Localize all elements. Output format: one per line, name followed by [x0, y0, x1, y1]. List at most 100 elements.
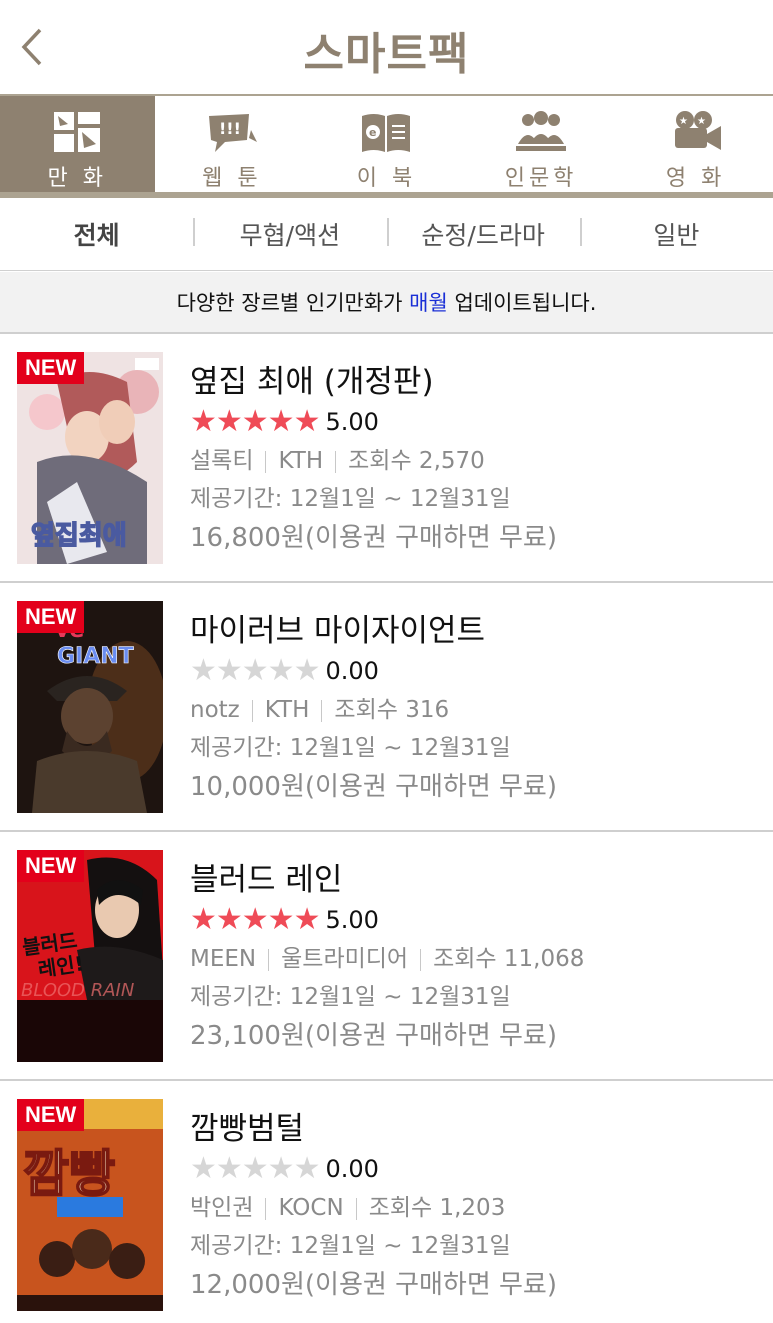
new-badge: NEW	[17, 352, 85, 384]
star-rating-icon: ★★★★★	[190, 404, 320, 439]
svg-text:e: e	[369, 126, 376, 139]
rating-value: 0.00	[325, 657, 379, 685]
price: 23,100원(이용권 구매하면 무료)	[190, 1021, 557, 1051]
divider	[420, 948, 422, 971]
rating: ★★★★★ 5.00	[190, 402, 763, 442]
movie-camera-icon: ★ ★	[674, 111, 721, 150]
item-meta: notz KTH 조회수 316	[190, 691, 763, 729]
tab-label: 영 화	[665, 166, 726, 191]
rating-value: 0.00	[325, 1155, 379, 1183]
tab-webtoon[interactable]: !!! 웹 툰	[155, 96, 310, 192]
author: MEEN	[190, 946, 257, 972]
availability-period: 제공기간: 12월1일 ~ 12월31일	[190, 486, 511, 512]
item-info: 마이러브 마이자이언트 ★★★★★ 0.00 notz KTH 조회수 316 제공…	[190, 605, 763, 807]
notice-highlight: 매월	[409, 291, 448, 315]
star-rating-icon: ★★★★★	[190, 902, 320, 937]
genre-tab-romance-drama[interactable]: 순정/드라마	[386, 216, 580, 252]
notice-text-end: 업데이트됩니다.	[447, 291, 597, 315]
svg-text:★: ★	[697, 116, 706, 127]
item-title: 깜빵범털	[190, 1111, 305, 1147]
cover-title-art: 옆집최애	[31, 521, 127, 551]
tab-label: 만 화	[47, 166, 108, 191]
comic-list: 옆집최애 NEW 옆집 최애 (개정판) ★★★★★ 5.00 설록티 KTH 조회…	[0, 334, 773, 1323]
tab-label: 인문학	[504, 166, 578, 191]
price: 12,000원(이용권 구매하면 무료)	[190, 1270, 557, 1300]
item-meta: MEEN 울트라미디어 조회수 11,068	[190, 940, 763, 978]
book-cover[interactable]: 블러드 레인! BLOOD RAIN NEW	[17, 850, 163, 1062]
humanities-icon	[516, 111, 567, 151]
book-cover[interactable]: 옆집최애 NEW	[17, 352, 163, 564]
divider	[355, 1197, 357, 1220]
item-info: 블러드 레인 ★★★★★ 5.00 MEEN 울트라미디어 조회수 11,068 제…	[190, 854, 763, 1056]
list-item[interactable]: 옆집최애 NEW 옆집 최애 (개정판) ★★★★★ 5.00 설록티 KTH 조회…	[0, 334, 773, 583]
item-meta: 박인권 KOCN 조회수 1,203	[190, 1189, 763, 1227]
comic-icon	[54, 112, 101, 152]
tab-movie[interactable]: ★ ★ 영 화	[618, 96, 773, 192]
notice-text: 다양한 장르별 인기만화가	[176, 291, 410, 315]
divider	[321, 699, 323, 722]
item-info: 깜빵범털 ★★★★★ 0.00 박인권 KOCN 조회수 1,203 제공기간: 1…	[190, 1103, 763, 1305]
ebook-icon: e	[362, 114, 411, 152]
genre-filter-bar: 전체 무협/액션 순정/드라마 일반	[0, 198, 773, 271]
rating-value: 5.00	[325, 906, 379, 934]
svg-text:★: ★	[679, 116, 688, 127]
svg-text:!!!: !!!	[219, 119, 241, 138]
availability-period: 제공기간: 12월1일 ~ 12월31일	[190, 735, 511, 761]
tab-label: 웹 툰	[202, 166, 262, 191]
item-title: 블러드 레인	[190, 862, 343, 898]
publisher: KOCN	[278, 1195, 344, 1221]
rating-value: 5.00	[325, 408, 379, 436]
divider	[335, 450, 337, 473]
genre-tab-martial-action[interactable]: 무협/액션	[193, 216, 386, 252]
page-title: 스마트팩	[303, 29, 470, 80]
list-item[interactable]: 깜빵 NEW 깜빵범털 ★★★★★ 0.00 박인권 KOCN 조회수 1,203 …	[0, 1081, 773, 1323]
author: 설록티	[190, 448, 254, 474]
genre-tab-general[interactable]: 일반	[579, 216, 773, 252]
author: 박인권	[190, 1195, 254, 1221]
tab-comic[interactable]: 만 화	[0, 96, 155, 192]
view-count: 조회수 2,570	[348, 448, 485, 474]
notice-banner: 다양한 장르별 인기만화가 매월 업데이트됩니다.	[0, 272, 773, 334]
tab-ebook[interactable]: e 이 북	[309, 96, 464, 192]
view-count: 조회수 1,203	[368, 1195, 506, 1221]
app-header: 스마트팩	[0, 0, 773, 94]
cover-title-art: 깜빵	[23, 1145, 115, 1203]
rating: ★★★★★ 0.00	[190, 651, 763, 691]
category-tabs: 만 화 !!! 웹 툰 e 이 북 인문학 ★ ★ 영 화	[0, 94, 773, 198]
tab-humanities[interactable]: 인문학	[464, 96, 619, 192]
price: 16,800원(이용권 구매하면 무료)	[190, 523, 557, 553]
tab-label: 이 북	[356, 166, 417, 191]
star-rating-icon: ★★★★★	[190, 653, 320, 688]
list-item[interactable]: ve GIANT NEW 마이러브 마이자이언트 ★★★★★ 0.00 notz…	[0, 583, 773, 832]
divider	[268, 948, 270, 971]
divider	[265, 1197, 267, 1220]
item-meta: 설록티 KTH 조회수 2,570	[190, 442, 763, 480]
cover-title-art: BLOOD RAIN	[21, 980, 134, 1001]
publisher: KTH	[264, 697, 310, 723]
view-count: 조회수 11,068	[433, 946, 585, 972]
genre-tab-all[interactable]: 전체	[0, 216, 193, 252]
availability-period: 제공기간: 12월1일 ~ 12월31일	[190, 1233, 511, 1259]
publisher: KTH	[278, 448, 324, 474]
divider	[265, 450, 267, 473]
item-info: 옆집 최애 (개정판) ★★★★★ 5.00 설록티 KTH 조회수 2,570 제…	[190, 356, 763, 558]
item-title: 마이러브 마이자이언트	[190, 613, 486, 649]
webtoon-icon: !!!	[208, 114, 257, 152]
author: notz	[190, 697, 240, 723]
availability-period: 제공기간: 12월1일 ~ 12월31일	[190, 984, 511, 1010]
divider	[251, 699, 253, 722]
cover-title-art: GIANT	[57, 644, 134, 669]
view-count: 조회수 316	[334, 697, 450, 723]
price: 10,000원(이용권 구매하면 무료)	[190, 772, 557, 802]
new-badge: NEW	[17, 850, 85, 882]
new-badge: NEW	[17, 601, 85, 633]
publisher: 울트라미디어	[281, 946, 409, 972]
item-title: 옆집 최애 (개정판)	[190, 364, 434, 400]
rating: ★★★★★ 5.00	[190, 900, 763, 940]
rating: ★★★★★ 0.00	[190, 1149, 763, 1189]
list-item[interactable]: 블러드 레인! BLOOD RAIN NEW 블러드 레인 ★★★★★ 5.00…	[0, 832, 773, 1081]
new-badge: NEW	[17, 1099, 85, 1131]
book-cover[interactable]: 깜빵 NEW	[17, 1099, 163, 1311]
book-cover[interactable]: ve GIANT NEW	[17, 601, 163, 813]
star-rating-icon: ★★★★★	[190, 1151, 320, 1186]
